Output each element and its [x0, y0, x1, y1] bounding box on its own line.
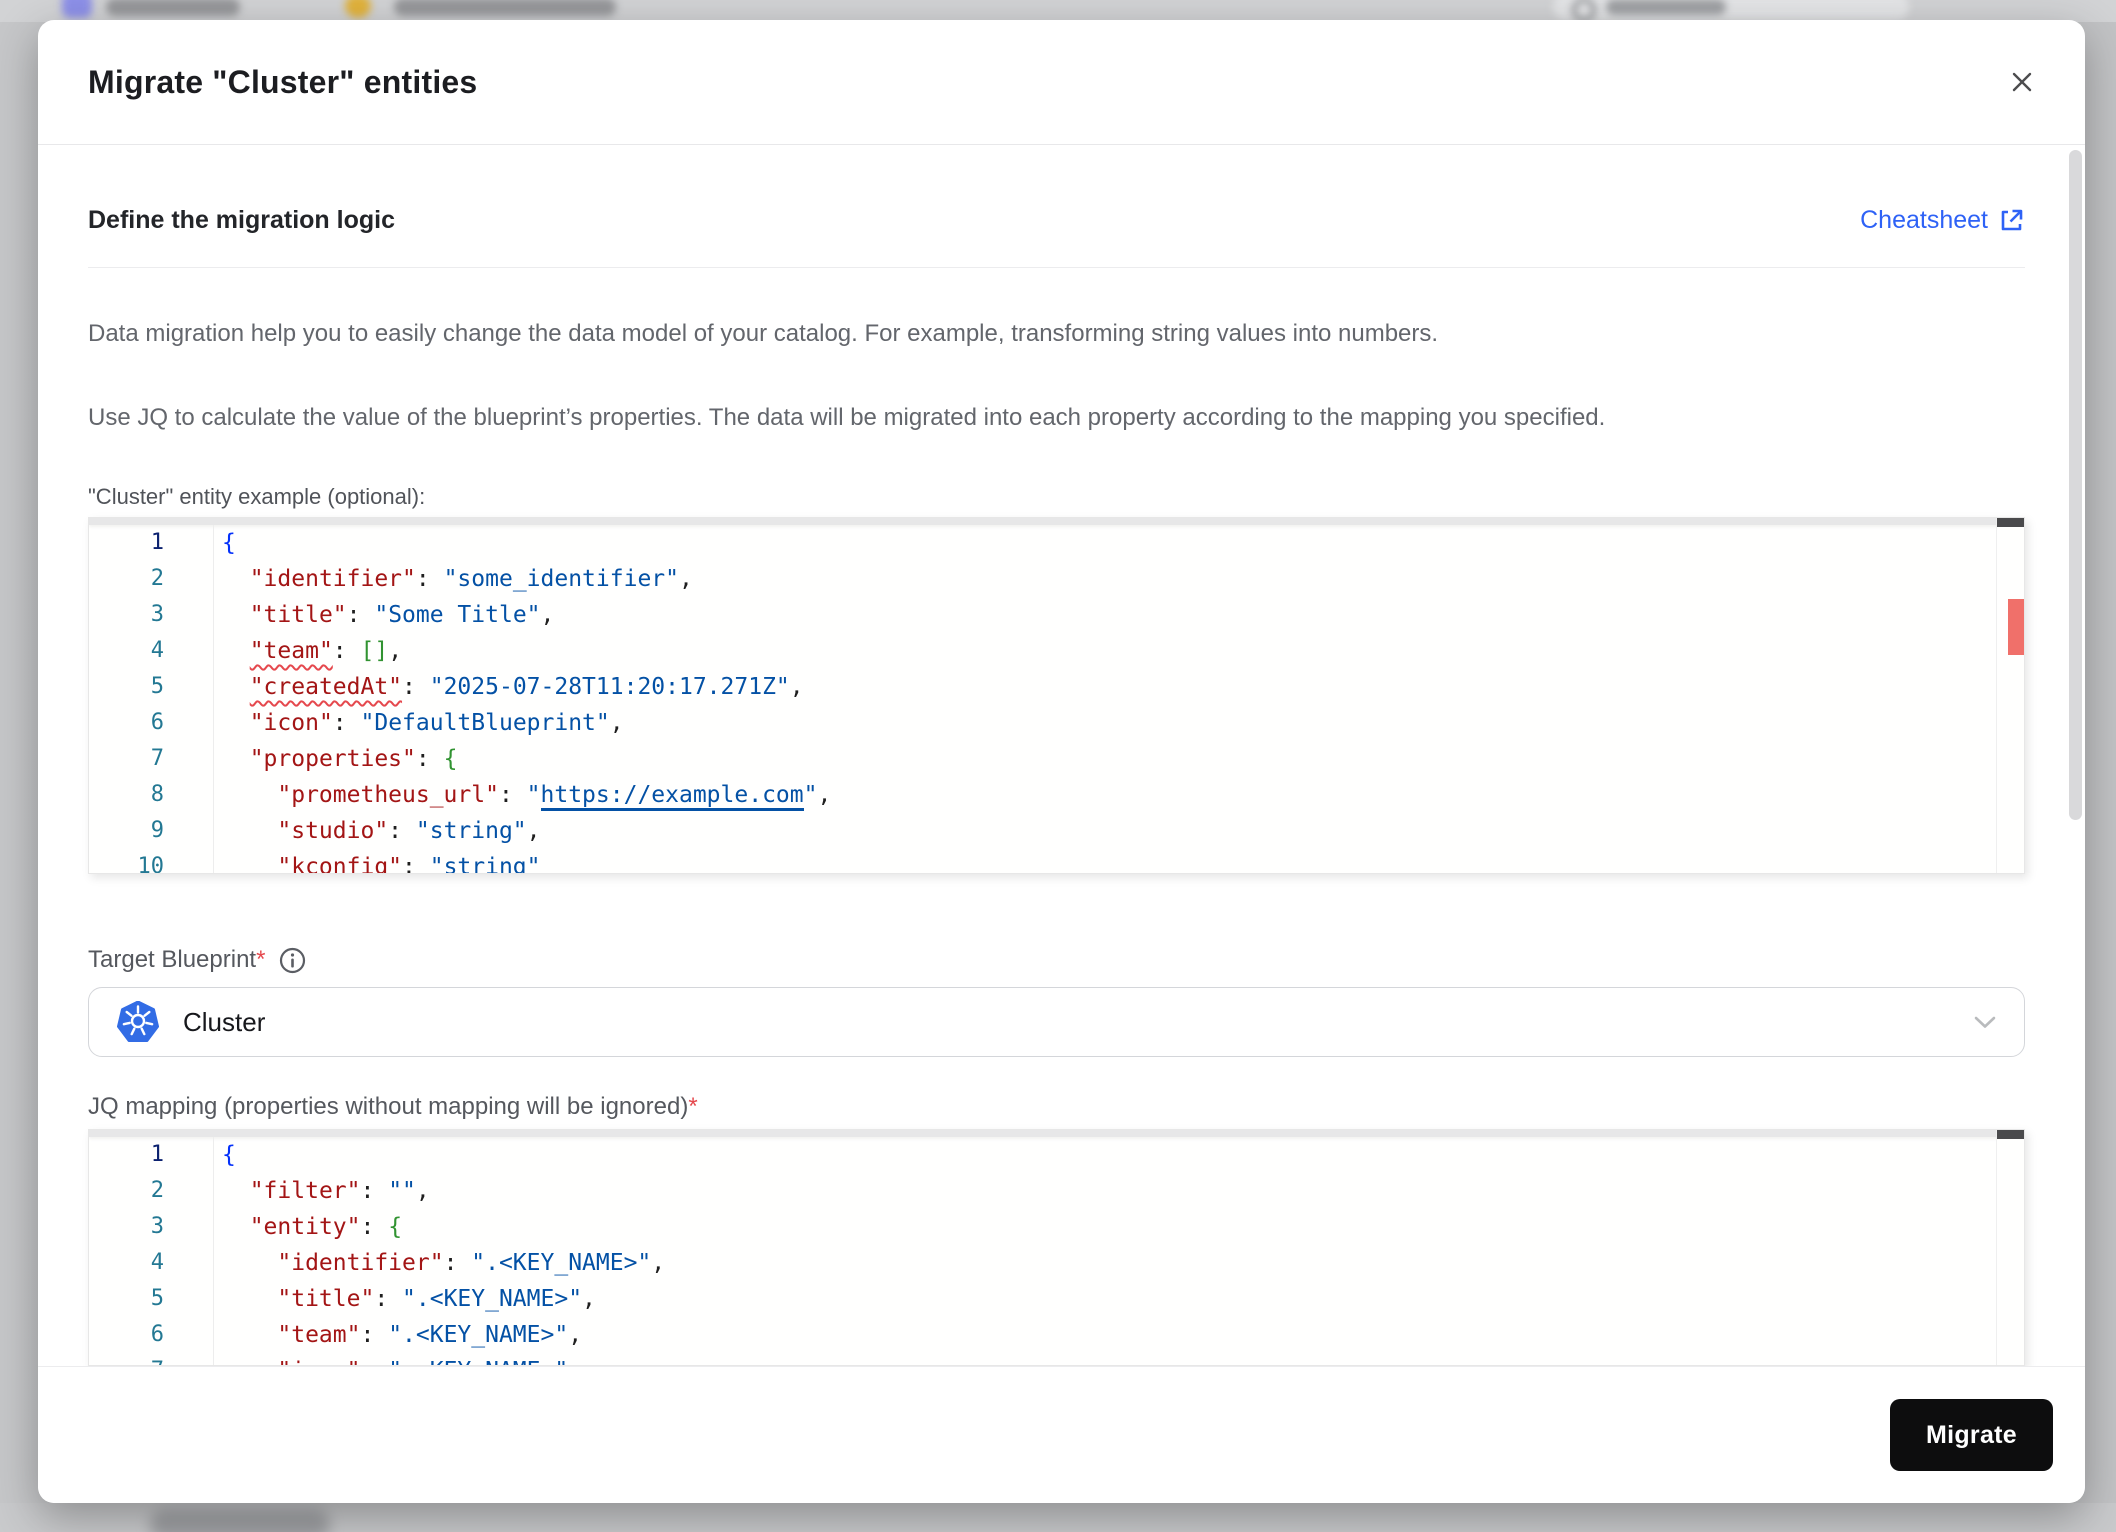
entity-example-code-editor[interactable]: 1{2 "identifier": "some_identifier", 3 "t…: [88, 517, 2025, 874]
code-line: 7 "properties": {: [89, 741, 1997, 777]
code-line: 10 "kconfig": "string": [89, 849, 1997, 874]
line-number: 6: [89, 705, 214, 741]
target-blueprint-select[interactable]: Cluster: [88, 987, 2025, 1057]
line-number: 1: [89, 1137, 214, 1173]
description-paragraph: Use JQ to calculate the value of the blu…: [88, 404, 1606, 431]
required-asterisk: *: [256, 946, 266, 973]
code-text: "filter": "",: [249, 1178, 430, 1204]
modal-title: Migrate "Cluster" entities: [88, 63, 478, 100]
background-tab-icon: [345, 0, 371, 18]
line-number: 5: [89, 1281, 214, 1317]
jq-mapping-label: JQ mapping (properties without mapping w…: [88, 1093, 698, 1120]
jq-mapping-code-editor[interactable]: 1{2 "filter": "", 3 "entity": {4 "identif…: [88, 1129, 2025, 1366]
code-line: 3 "title": "Some Title",: [89, 597, 1997, 633]
code-line: 4 "identifier": ".<KEY_NAME>",: [89, 1245, 1997, 1281]
code-text: "team": [],: [249, 638, 403, 664]
code-text: "identifier": ".<KEY_NAME>",: [277, 1250, 666, 1276]
chevron-down-icon: [1974, 1016, 1996, 1028]
code-lines: 1{2 "identifier": "some_identifier", 3 "t…: [89, 525, 1997, 874]
target-blueprint-label-row: Target Blueprint*: [88, 944, 2025, 976]
code-text: "title": "Some Title",: [249, 602, 555, 628]
entity-example-label: "Cluster" entity example (optional):: [88, 484, 426, 509]
line-number: 3: [89, 1209, 214, 1245]
code-line: 2 "filter": "",: [89, 1173, 1997, 1209]
code-line: 6 "icon": "DefaultBlueprint",: [89, 705, 1997, 741]
line-number: 1: [89, 525, 214, 561]
line-number: 7: [89, 741, 214, 777]
code-text: {: [222, 530, 236, 556]
code-text: "kconfig": "string": [277, 854, 541, 874]
code-line: 1{: [89, 1137, 1997, 1173]
code-line: 4 "team": [],: [89, 633, 1997, 669]
code-text: "title": ".<KEY_NAME>",: [277, 1286, 596, 1312]
close-button[interactable]: [2005, 65, 2039, 99]
code-line: 1{: [89, 525, 1997, 561]
kubernetes-icon: [117, 1001, 159, 1042]
code-text: "identifier": "some_identifier",: [249, 566, 693, 592]
editor-scrollbar-thumb[interactable]: [1997, 1130, 2024, 1139]
code-line: 8 "prometheus_url": "https://example.com…: [89, 777, 1997, 813]
background-page-bottom: [0, 1503, 2116, 1532]
info-icon[interactable]: [279, 947, 306, 974]
background-search-text: [1606, 0, 1726, 15]
code-text: "properties": {: [249, 746, 458, 772]
line-number: 3: [89, 597, 214, 633]
editor-overview-ruler: [1996, 518, 2024, 873]
code-line: 3 "entity": {: [89, 1209, 1997, 1245]
line-number: 4: [89, 633, 214, 669]
background-nav-text: [106, 0, 240, 16]
editor-overview-ruler: [1996, 1130, 2024, 1365]
code-line: 6 "team": ".<KEY_NAME>",: [89, 1317, 1997, 1353]
close-icon: [2012, 72, 2032, 92]
background-app-icon: [62, 0, 92, 18]
code-text: "icon": ".<KEY_NAME>",: [214, 1353, 582, 1365]
description-paragraph: Data migration help you to easily change…: [88, 320, 1439, 347]
line-number: 2: [89, 561, 214, 597]
migrate-button[interactable]: Migrate: [1889, 1399, 2053, 1471]
line-number: 7: [89, 1353, 214, 1365]
target-blueprint-value: Cluster: [183, 1006, 266, 1037]
code-line: 7 "icon": ".<KEY_NAME>",: [89, 1353, 1997, 1365]
cheatsheet-link[interactable]: Cheatsheet: [1860, 204, 2025, 236]
line-number: 8: [89, 777, 214, 813]
target-blueprint-label: Target Blueprint*: [88, 946, 266, 973]
code-text: {: [222, 1142, 236, 1168]
cheatsheet-label: Cheatsheet: [1860, 206, 1988, 234]
code-line: 5 "createdAt": "2025-07-28T11:20:17.271Z…: [89, 669, 1997, 705]
line-number: 9: [89, 813, 214, 849]
modal-header: Migrate "Cluster" entities: [38, 20, 2085, 145]
error-marker: [2008, 599, 2024, 655]
migrate-entities-modal: Migrate "Cluster" entities Define the mi…: [38, 20, 2085, 1503]
line-number: 10: [89, 849, 214, 873]
background-page-topbar: [0, 0, 2116, 22]
code-text: "icon": "DefaultBlueprint",: [249, 710, 624, 736]
modal-body: Define the migration logic Cheatsheet Da…: [38, 204, 2085, 1366]
required-asterisk: *: [688, 1093, 698, 1120]
code-text: "prometheus_url": "https://example.com",: [214, 777, 831, 813]
code-line: 2 "identifier": "some_identifier",: [89, 561, 1997, 597]
section-divider: [88, 267, 2025, 268]
line-number: 5: [89, 669, 214, 705]
code-lines: 1{2 "filter": "", 3 "entity": {4 "identif…: [89, 1137, 1997, 1365]
editor-scrollbar-thumb[interactable]: [1997, 518, 2024, 527]
background-content-blob: [150, 1510, 330, 1532]
modal-scrollbar-thumb[interactable]: [2069, 150, 2082, 820]
code-text: "createdAt": "2025-07-28T11:20:17.271Z",: [249, 674, 804, 700]
screen: Migrate "Cluster" entities Define the mi…: [0, 0, 2116, 1532]
background-nav-text: [394, 0, 616, 16]
external-link-icon: [2001, 209, 2023, 230]
code-line: 9 "studio": "string",: [89, 813, 1997, 849]
code-text: "studio": "string",: [277, 818, 541, 844]
line-number: 4: [89, 1245, 214, 1281]
code-text: "entity": {: [249, 1214, 403, 1240]
code-line: 5 "title": ".<KEY_NAME>",: [89, 1281, 1997, 1317]
line-number: 2: [89, 1173, 214, 1209]
code-text: "team": ".<KEY_NAME>",: [277, 1322, 583, 1348]
line-number: 6: [89, 1317, 214, 1353]
section-heading: Define the migration logic: [88, 206, 395, 234]
modal-footer: Migrate: [38, 1366, 2085, 1503]
